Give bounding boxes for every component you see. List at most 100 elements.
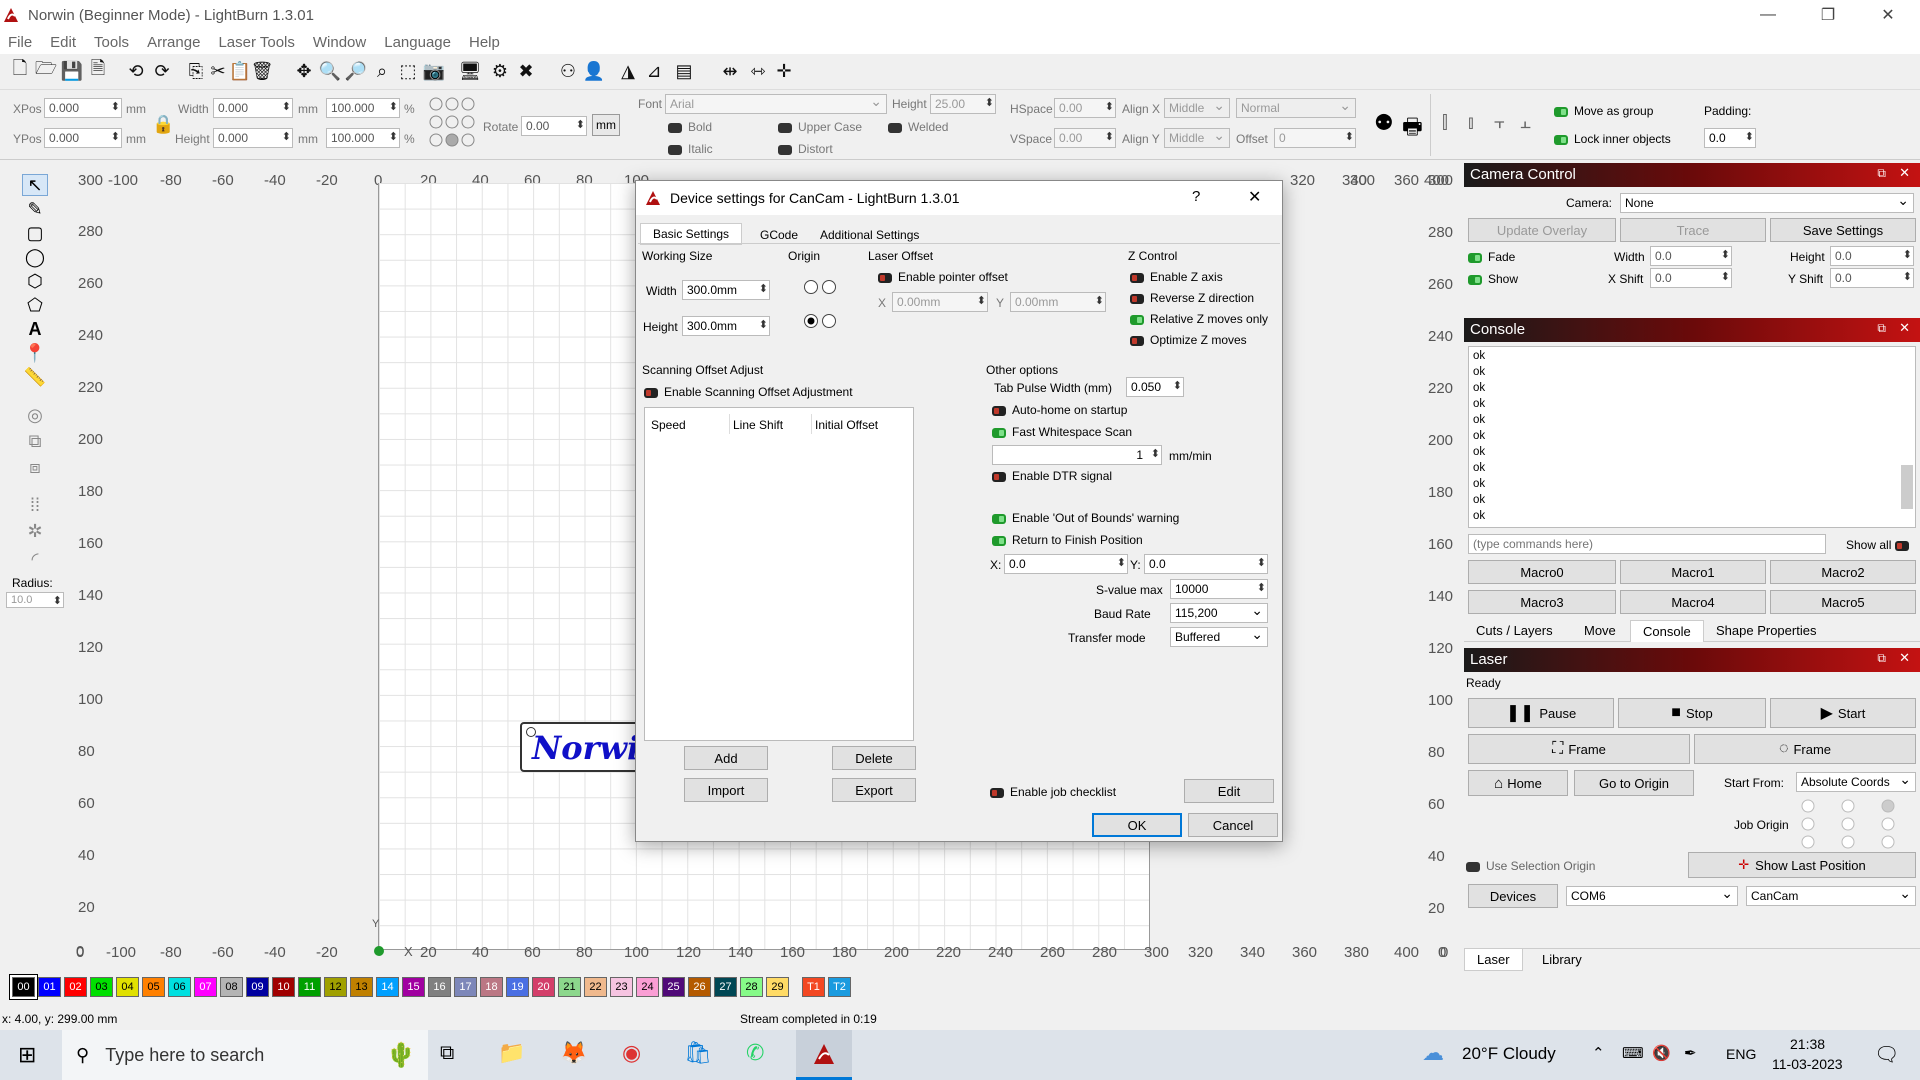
width-percent-input[interactable]: 100.000 xyxy=(326,98,400,118)
palette-swatch[interactable]: 24 xyxy=(636,977,659,997)
cut-icon[interactable]: ✂ xyxy=(206,58,230,84)
palette-swatch[interactable]: 05 xyxy=(142,977,165,997)
save-settings-button[interactable]: Save Settings xyxy=(1770,218,1916,242)
tab-gcode[interactable]: GCode xyxy=(748,225,810,245)
norwin-text-object[interactable]: Norwi xyxy=(520,722,640,772)
file-explorer-icon[interactable]: 📁 xyxy=(498,1040,525,1066)
start-from-select[interactable]: Absolute Coords xyxy=(1796,771,1916,792)
palette-swatch[interactable]: 25 xyxy=(662,977,685,997)
fade-toggle[interactable]: Fade xyxy=(1468,250,1515,264)
unit-toggle-button[interactable]: mm xyxy=(592,114,620,136)
circular-array-icon[interactable]: ✲ xyxy=(22,520,48,542)
console-output[interactable]: ok ok ok ok ok ok ok ok ok ok ok xyxy=(1468,346,1916,528)
windows-start-icon[interactable]: ⊞ xyxy=(18,1042,36,1068)
palette-swatch[interactable]: 21 xyxy=(558,977,581,997)
language-indicator[interactable]: ENG xyxy=(1726,1046,1756,1062)
menu-edit[interactable]: Edit xyxy=(50,34,76,51)
palette-swatch[interactable]: 16 xyxy=(428,977,451,997)
align-bottom-icon[interactable]: ⫠ xyxy=(1520,112,1531,133)
menu-window[interactable]: Window xyxy=(313,34,366,51)
task-view-icon[interactable]: ⧉ xyxy=(440,1042,454,1065)
chrome-icon[interactable]: ◉ xyxy=(622,1040,641,1066)
palette-swatch[interactable]: 19 xyxy=(506,977,529,997)
tools-icon[interactable]: ✖ xyxy=(514,58,538,84)
help-button[interactable]: ? xyxy=(1192,188,1200,205)
palette-swatch[interactable]: 06 xyxy=(168,977,191,997)
anchor-grid-icon[interactable] xyxy=(428,96,478,156)
cam-xshift-input[interactable]: 0.0 xyxy=(1650,268,1732,288)
baud-rate-select[interactable]: 115,200 xyxy=(1170,602,1268,623)
dialog-close-button[interactable]: ✕ xyxy=(1248,187,1261,207)
palette-swatch[interactable]: 14 xyxy=(376,977,399,997)
job-origin-grid[interactable] xyxy=(1798,798,1902,852)
palette-swatch[interactable]: 13 xyxy=(350,977,373,997)
fast-whitespace-toggle[interactable]: Fast Whitespace Scan xyxy=(992,425,1132,439)
return-x-input[interactable]: 0.0 xyxy=(1004,554,1128,574)
offset-input[interactable]: 0 xyxy=(1274,128,1356,148)
ok-button[interactable]: OK xyxy=(1092,813,1182,837)
text-tool-icon[interactable]: A xyxy=(22,318,48,340)
origin-selector[interactable] xyxy=(803,279,843,329)
select-tool-icon[interactable]: ↖ xyxy=(22,174,48,196)
frame-circle-button[interactable]: ◌ Frame xyxy=(1694,734,1916,764)
edit-button[interactable]: Edit xyxy=(1184,779,1274,803)
position-laser-icon[interactable]: 📍 xyxy=(22,342,48,364)
undo-icon[interactable]: ⟲ xyxy=(124,58,148,84)
palette-swatch[interactable]: 04 xyxy=(116,977,139,997)
grid-array-icon[interactable]: ⁞⁞ xyxy=(22,494,48,516)
text-mode-select[interactable]: Normal xyxy=(1236,97,1356,118)
firefox-icon[interactable]: 🦊 xyxy=(560,1040,587,1066)
macro4-button[interactable]: Macro4 xyxy=(1620,590,1766,614)
ellipse-tool-icon[interactable]: ◯ xyxy=(22,246,48,268)
new-file-icon[interactable]: 🗋 xyxy=(8,58,32,84)
menu-arrange[interactable]: Arrange xyxy=(147,34,200,51)
device-tray-icon[interactable]: ⌨ xyxy=(1622,1044,1644,1062)
panel-close-icon[interactable]: ✕ xyxy=(1899,650,1910,666)
image-settings-icon[interactable]: ⚉ xyxy=(1374,110,1394,136)
measure-tool-icon[interactable]: 📏 xyxy=(22,366,48,388)
palette-swatch[interactable]: 27 xyxy=(714,977,737,997)
return-finish-toggle[interactable]: Return to Finish Position xyxy=(992,533,1143,547)
macro5-button[interactable]: Macro5 xyxy=(1770,590,1916,614)
palette-swatch[interactable]: 28 xyxy=(740,977,763,997)
pause-button[interactable]: ❚❚ Pause xyxy=(1468,698,1614,728)
panel-close-icon[interactable]: ✕ xyxy=(1899,320,1910,336)
save-icon[interactable]: 💾 xyxy=(60,58,84,84)
import-button[interactable]: Import xyxy=(684,778,768,802)
reverse-z-toggle[interactable]: Reverse Z direction xyxy=(1130,291,1254,305)
center-icon[interactable]: ✛ xyxy=(772,58,796,84)
italic-toggle[interactable]: Italic xyxy=(668,142,713,156)
palette-swatch[interactable]: T1 xyxy=(802,977,825,997)
bold-toggle[interactable]: Bold xyxy=(668,120,712,134)
palette-swatch[interactable]: 03 xyxy=(90,977,113,997)
monitor-icon[interactable]: 🖥 xyxy=(458,58,482,84)
cam-height-input[interactable]: 0.0 xyxy=(1830,246,1914,266)
move-icon[interactable]: ✥ xyxy=(292,58,316,84)
polyline-tool-icon[interactable]: ⬠ xyxy=(22,294,48,316)
weld-tool-icon[interactable]: ⧉ xyxy=(22,430,48,452)
update-overlay-button[interactable]: Update Overlay xyxy=(1468,218,1616,242)
tray-chevron-icon[interactable]: ⌃ xyxy=(1592,1044,1605,1062)
scanning-offset-table[interactable]: Speed Line Shift Initial Offset xyxy=(644,407,914,741)
show-toggle[interactable]: Show xyxy=(1468,272,1518,286)
home-button[interactable]: ⌂ Home xyxy=(1468,770,1568,796)
welded-toggle[interactable]: Welded xyxy=(888,120,948,134)
palette-swatch[interactable]: 01 xyxy=(38,977,61,997)
vspace-input[interactable]: 0.00 xyxy=(1054,128,1116,148)
undock-icon[interactable]: ⧉ xyxy=(1877,651,1886,666)
alignx-select[interactable]: Middle xyxy=(1164,97,1230,118)
cam-yshift-input[interactable]: 0.0 xyxy=(1830,268,1914,288)
settings-icon[interactable]: ⚙ xyxy=(488,58,512,84)
tab-move[interactable]: Move xyxy=(1572,620,1628,641)
pen-tray-icon[interactable]: ✒ xyxy=(1684,1044,1697,1062)
whitespace-speed-input[interactable]: 1 xyxy=(992,445,1162,465)
ws-height-input[interactable]: 300.0mm xyxy=(682,316,770,336)
menu-help[interactable]: Help xyxy=(469,34,500,51)
palette-swatch[interactable]: 07 xyxy=(194,977,217,997)
go-to-origin-button[interactable]: Go to Origin xyxy=(1574,770,1694,796)
volume-mute-icon[interactable]: 🔇 xyxy=(1652,1044,1671,1062)
print-icon[interactable]: 🖶 xyxy=(1402,110,1423,148)
palette-swatch[interactable]: 09 xyxy=(246,977,269,997)
show-last-position-button[interactable]: ✛ Show Last Position xyxy=(1688,852,1916,878)
lock-icon[interactable]: 🔒 xyxy=(152,114,174,135)
